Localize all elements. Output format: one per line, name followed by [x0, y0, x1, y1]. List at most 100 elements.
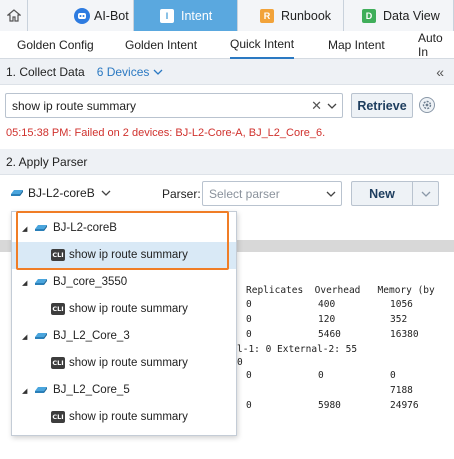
output-cell: 5980 [318, 400, 341, 411]
tab-auto-intent[interactable]: Auto In [418, 31, 454, 59]
output-line: 0 [237, 357, 243, 368]
collapse-triangle-icon[interactable]: ◢ [22, 333, 27, 341]
device-icon [35, 333, 47, 339]
tab-map-intent[interactable]: Map Intent [328, 31, 385, 59]
runbook-icon: R [260, 8, 274, 23]
tab-golden-intent-label: Golden Intent [125, 38, 198, 52]
output-cell: 400 [318, 299, 336, 310]
command-input[interactable]: show ip route summary ✕ [5, 93, 343, 118]
tree-device-row[interactable]: ◢ BJ_core_3550 [12, 269, 236, 296]
output-cell: 0 [318, 370, 324, 381]
collapse-triangle-icon[interactable]: ◢ [22, 387, 27, 395]
collapse-panel-icon[interactable]: « [436, 64, 444, 80]
tab-quick-intent-label: Quick Intent [230, 37, 295, 51]
home-icon [6, 9, 21, 22]
output-cell: 352 [390, 314, 408, 325]
chevron-down-icon [326, 191, 336, 197]
tree-command-label: show ip route summary [69, 303, 188, 315]
error-message: 05:15:38 PM: Failed on 2 devices: BJ-L2-… [6, 127, 326, 139]
chevron-down-icon [421, 191, 430, 197]
devices-dropdown[interactable]: 6 Devices [97, 65, 164, 79]
new-button-label: New [369, 186, 395, 201]
tree-device-row[interactable]: ◢ BJ-L2-coreB [12, 215, 236, 242]
chevron-down-icon [101, 190, 111, 196]
devices-link-label: 6 Devices [96, 64, 150, 79]
tab-auto-intent-label: Auto In [418, 31, 443, 59]
output-cell: 16380 [390, 329, 419, 340]
tab-golden-config-label: Golden Config [17, 38, 94, 52]
device-icon [11, 190, 23, 196]
collect-data-title: 1. Collect Data [6, 64, 85, 79]
tree-device-row[interactable]: ◢ BJ_L2_Core_5 [12, 377, 236, 404]
chevron-down-icon [153, 69, 163, 75]
collect-data-header: 1. Collect Data 6 Devices « [0, 59, 454, 85]
cli-icon: CLI [51, 249, 65, 261]
chevron-down-icon[interactable] [327, 99, 337, 113]
top-tab-bar: AI-Bot I Intent R Runbook D Data View [0, 0, 454, 31]
tree-device-label: BJ-L2-coreB [53, 222, 117, 234]
tab-intent[interactable]: I Intent [134, 0, 238, 31]
tree-device-label: BJ_core_3550 [53, 276, 128, 288]
collapse-triangle-icon[interactable]: ◢ [22, 225, 27, 233]
clear-icon[interactable]: ✕ [311, 98, 322, 114]
output-cell: 1056 [390, 299, 413, 310]
apply-parser-header: 2. Apply Parser [0, 149, 454, 175]
device-tree-dropdown: ◢ BJ-L2-coreB CLI show ip route summary … [11, 211, 237, 436]
output-cell: 0 [246, 329, 252, 340]
tab-quick-intent[interactable]: Quick Intent [230, 31, 295, 59]
tab-data-view[interactable]: D Data View [344, 0, 454, 31]
output-cell: 0 [246, 314, 252, 325]
apply-parser-title: 2. Apply Parser [6, 154, 88, 169]
tree-command-label: show ip route summary [69, 249, 188, 261]
output-cell: 0 [246, 299, 252, 310]
tree-device-label: BJ_L2_Core_5 [53, 384, 130, 396]
tab-ai-bot-label: AI-Bot [94, 8, 129, 23]
tree-device-row[interactable]: ◢ BJ_L2_Core_3 [12, 323, 236, 350]
sub-tab-bar: Golden Config Golden Intent Quick Intent… [0, 31, 454, 59]
output-line: l-1: 0 External-2: 55 [237, 344, 358, 355]
home-tab[interactable] [0, 0, 28, 31]
tree-command-row[interactable]: CLI show ip route summary [12, 242, 236, 269]
output-cell: 24976 [390, 400, 419, 411]
device-selector-label: BJ-L2-coreB [28, 186, 95, 200]
tab-golden-config[interactable]: Golden Config [17, 31, 94, 59]
device-icon [35, 387, 47, 393]
new-button[interactable]: New [351, 181, 413, 206]
cli-icon: CLI [51, 411, 65, 423]
device-icon [35, 225, 47, 231]
tree-command-row[interactable]: CLI show ip route summary [12, 296, 236, 323]
tab-intent-label: Intent [181, 8, 213, 23]
data-view-icon: D [362, 8, 376, 23]
ai-bot-icon [74, 7, 90, 24]
tree-device-label: BJ_L2_Core_3 [53, 330, 130, 342]
collapse-triangle-icon[interactable]: ◢ [22, 279, 27, 287]
output-cell: 0 [246, 400, 252, 411]
tab-runbook[interactable]: R Runbook [238, 0, 344, 31]
output-cell: 7188 [390, 385, 413, 396]
parser-label: Parser: [162, 187, 201, 201]
tree-command-label: show ip route summary [69, 411, 188, 423]
output-cell: 5460 [318, 329, 341, 340]
tree-command-row[interactable]: CLI show ip route summary [12, 404, 236, 431]
new-dropdown-button[interactable] [413, 181, 439, 206]
command-input-value: show ip route summary [12, 98, 137, 113]
gear-icon[interactable] [418, 96, 436, 114]
cli-icon: CLI [51, 303, 65, 315]
cli-icon: CLI [51, 357, 65, 369]
tab-data-view-label: Data View [383, 8, 440, 23]
device-selector[interactable]: BJ-L2-coreB [10, 186, 111, 200]
output-header: Replicates Overhead Memory (by [246, 285, 435, 296]
tab-map-intent-label: Map Intent [328, 38, 385, 52]
parser-select-placeholder: Select parser [209, 186, 280, 201]
retrieve-button[interactable]: Retrieve [351, 93, 413, 118]
output-cell: 0 [390, 370, 396, 381]
tab-runbook-label: Runbook [281, 8, 332, 23]
output-cell: 0 [246, 370, 252, 381]
tree-command-row[interactable]: CLI show ip route summary [12, 350, 236, 377]
tree-command-label: show ip route summary [69, 357, 188, 369]
tab-golden-intent[interactable]: Golden Intent [125, 31, 197, 59]
parser-select[interactable]: Select parser [202, 181, 342, 206]
output-cell: 120 [318, 314, 336, 325]
device-icon [35, 279, 47, 285]
tab-ai-bot[interactable]: AI-Bot [28, 0, 134, 31]
